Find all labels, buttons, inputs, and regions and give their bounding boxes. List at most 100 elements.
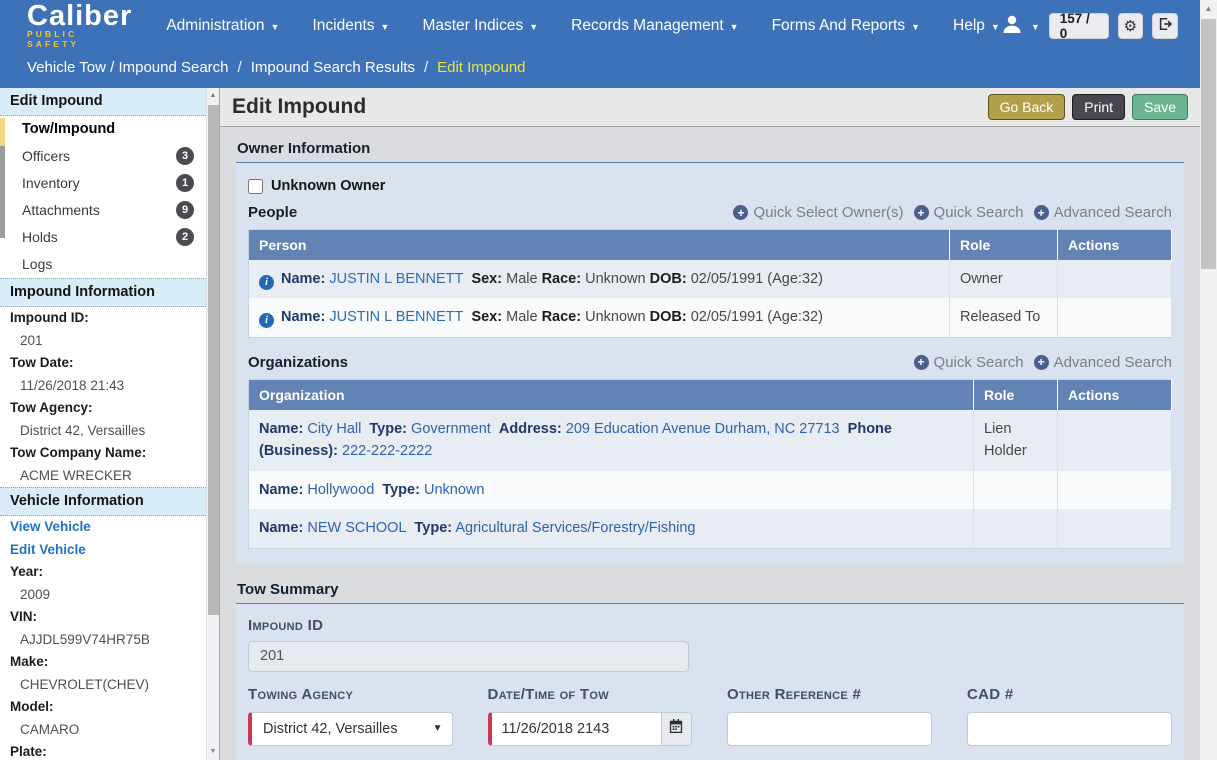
org-advanced-search-link[interactable]: +Advanced Search xyxy=(1034,354,1172,371)
person-name-link[interactable]: JUSTIN L BENNETT xyxy=(329,309,463,325)
menu-administration[interactable]: Administration▼ xyxy=(166,17,279,35)
address-label: Address: xyxy=(499,421,562,437)
quick-select-owners-link[interactable]: +Quick Select Owner(s) xyxy=(733,204,903,221)
org-type: Unknown xyxy=(424,482,484,498)
info-icon[interactable]: i xyxy=(259,275,274,290)
org-name[interactable]: Hollywood xyxy=(307,482,374,498)
page-scrollbar-thumb[interactable] xyxy=(1201,19,1216,269)
towing-agency-value: District 42, Versailles xyxy=(263,721,398,737)
link-label: Advanced Search xyxy=(1054,204,1172,221)
menu-label: Master Indices xyxy=(422,17,523,35)
person-cell: iName: JUSTIN L BENNETT Sex: Male Race: … xyxy=(249,260,950,298)
plate-label: Plate: xyxy=(0,741,206,760)
edit-vehicle-link[interactable]: Edit Vehicle xyxy=(0,539,206,562)
print-button[interactable]: Print xyxy=(1072,94,1125,120)
org-name[interactable]: City Hall xyxy=(307,421,361,437)
menu-master-indices[interactable]: Master Indices ▼ xyxy=(422,17,538,35)
people-quick-search-link[interactable]: +Quick Search xyxy=(914,204,1024,221)
person-row: iName: JUSTIN L BENNETT Sex: Male Race: … xyxy=(249,298,1172,337)
actions-cell xyxy=(1058,509,1172,548)
role-cell: Released To xyxy=(950,298,1058,337)
caret-down-icon: ▼ xyxy=(271,21,280,32)
sidebar-item-attachments[interactable]: Attachments9 xyxy=(0,197,206,224)
view-vehicle-link[interactable]: View Vehicle xyxy=(0,516,206,539)
page-scrollbar[interactable]: ▲ xyxy=(1200,0,1217,760)
sidebar-item-label: Holds xyxy=(22,229,58,245)
logo-subtitle: PUBLIC SAFETY xyxy=(27,29,132,49)
organizations-actions: +Quick Search +Advanced Search xyxy=(914,354,1172,371)
name-label: Name: xyxy=(281,309,325,325)
sidebar-item-holds[interactable]: Holds2 xyxy=(0,224,206,251)
user-icon xyxy=(1000,12,1024,41)
sidebar-item-label: Logs xyxy=(22,256,52,272)
cad-field: CAD # xyxy=(967,686,1172,746)
count-badge: 9 xyxy=(176,201,194,219)
caret-down-icon: ▼ xyxy=(529,21,538,32)
column-role: Role xyxy=(950,230,1058,261)
logout-button[interactable] xyxy=(1152,13,1178,39)
breadcrumb-separator: / xyxy=(238,59,242,76)
org-address: 209 Education Avenue Durham, NC 27713 xyxy=(566,421,840,437)
settings-button[interactable]: ⚙ xyxy=(1118,13,1144,39)
sidebar-item-inventory[interactable]: Inventory1 xyxy=(0,170,206,197)
people-table-header-row: Person Role Actions xyxy=(249,230,1172,261)
main-panel: Edit Impound Go Back Print Save Owner In… xyxy=(219,88,1200,760)
menu-label: Forms And Reports xyxy=(772,17,906,35)
name-label: Name: xyxy=(259,520,303,536)
cad-input[interactable] xyxy=(967,712,1172,746)
organization-row: Name: City Hall Type: Government Address… xyxy=(249,410,1172,471)
org-name[interactable]: NEW SCHOOL xyxy=(307,520,406,536)
impound-info-header: Impound Information xyxy=(0,278,206,307)
date-of-tow-field: Date/Time of Tow xyxy=(488,686,693,746)
column-role: Role xyxy=(974,379,1058,410)
menu-forms-and-reports[interactable]: Forms And Reports▼ xyxy=(772,17,920,35)
record-counter-badge[interactable]: 157 / 0 xyxy=(1049,13,1109,39)
make-label: Make: xyxy=(0,651,206,674)
menu-incidents[interactable]: Incidents▼ xyxy=(312,17,389,35)
sidebar-scrollbar-thumb[interactable] xyxy=(208,105,219,615)
sex-value: Male xyxy=(506,271,537,287)
info-icon[interactable]: i xyxy=(259,313,274,328)
user-menu[interactable]: ▼ xyxy=(1000,12,1040,41)
breadcrumb-impound-search[interactable]: Vehicle Tow / Impound Search xyxy=(27,59,229,76)
other-reference-input[interactable] xyxy=(727,712,932,746)
scroll-up-icon[interactable]: ▲ xyxy=(207,88,219,104)
go-back-button[interactable]: Go Back xyxy=(988,94,1066,120)
person-cell: iName: JUSTIN L BENNETT Sex: Male Race: … xyxy=(249,298,950,337)
person-name-link[interactable]: JUSTIN L BENNETT xyxy=(329,271,463,287)
scroll-down-icon[interactable]: ▼ xyxy=(207,744,219,760)
scroll-up-icon[interactable]: ▲ xyxy=(1200,0,1217,17)
people-advanced-search-link[interactable]: + Advanced Search xyxy=(1034,204,1172,221)
circle-plus-icon: + xyxy=(914,355,929,370)
unknown-owner-checkbox[interactable] xyxy=(248,179,263,194)
menu-help[interactable]: Help▼ xyxy=(953,17,1000,35)
main-nav: Caliber PUBLIC SAFETY Administration▼ In… xyxy=(0,0,1200,52)
caliber-logo[interactable]: Caliber PUBLIC SAFETY xyxy=(27,4,132,49)
sidebar-item-officers[interactable]: Officers3 xyxy=(0,143,206,170)
actions-cell xyxy=(1058,471,1172,509)
org-quick-search-link[interactable]: +Quick Search xyxy=(914,354,1024,371)
breadcrumb-search-results[interactable]: Impound Search Results xyxy=(251,59,415,76)
org-type: Agricultural Services/Forestry/Fishing xyxy=(455,520,695,536)
vehicle-info-header: Vehicle Information xyxy=(0,487,206,516)
type-label: Type: xyxy=(382,482,420,498)
people-header: People +Quick Select Owner(s) +Quick Sea… xyxy=(248,204,1172,221)
towing-agency-select[interactable]: District 42, Versailles ▼ xyxy=(248,712,453,746)
towing-agency-label: Towing Agency xyxy=(248,686,453,703)
sidebar-item-tow-impound[interactable]: Tow/Impound xyxy=(0,116,206,143)
column-organization: Organization xyxy=(249,379,974,410)
sidebar-scrollbar[interactable]: ▲ ▼ xyxy=(206,88,219,760)
sex-label: Sex: xyxy=(471,309,502,325)
logout-icon xyxy=(1158,17,1172,35)
circle-plus-icon: + xyxy=(1034,205,1049,220)
save-button[interactable]: Save xyxy=(1132,94,1188,120)
caret-down-icon: ▼ xyxy=(730,21,739,32)
calendar-button[interactable] xyxy=(661,712,692,746)
column-person: Person xyxy=(249,230,950,261)
menu-records-management[interactable]: Records Management▼ xyxy=(571,17,738,35)
type-label: Type: xyxy=(369,421,407,437)
date-of-tow-input[interactable] xyxy=(488,712,661,746)
tow-summary-title: Tow Summary xyxy=(236,581,1184,603)
page-title-bar: Edit Impound Go Back Print Save xyxy=(220,88,1200,127)
sidebar-item-logs[interactable]: Logs xyxy=(0,251,206,278)
